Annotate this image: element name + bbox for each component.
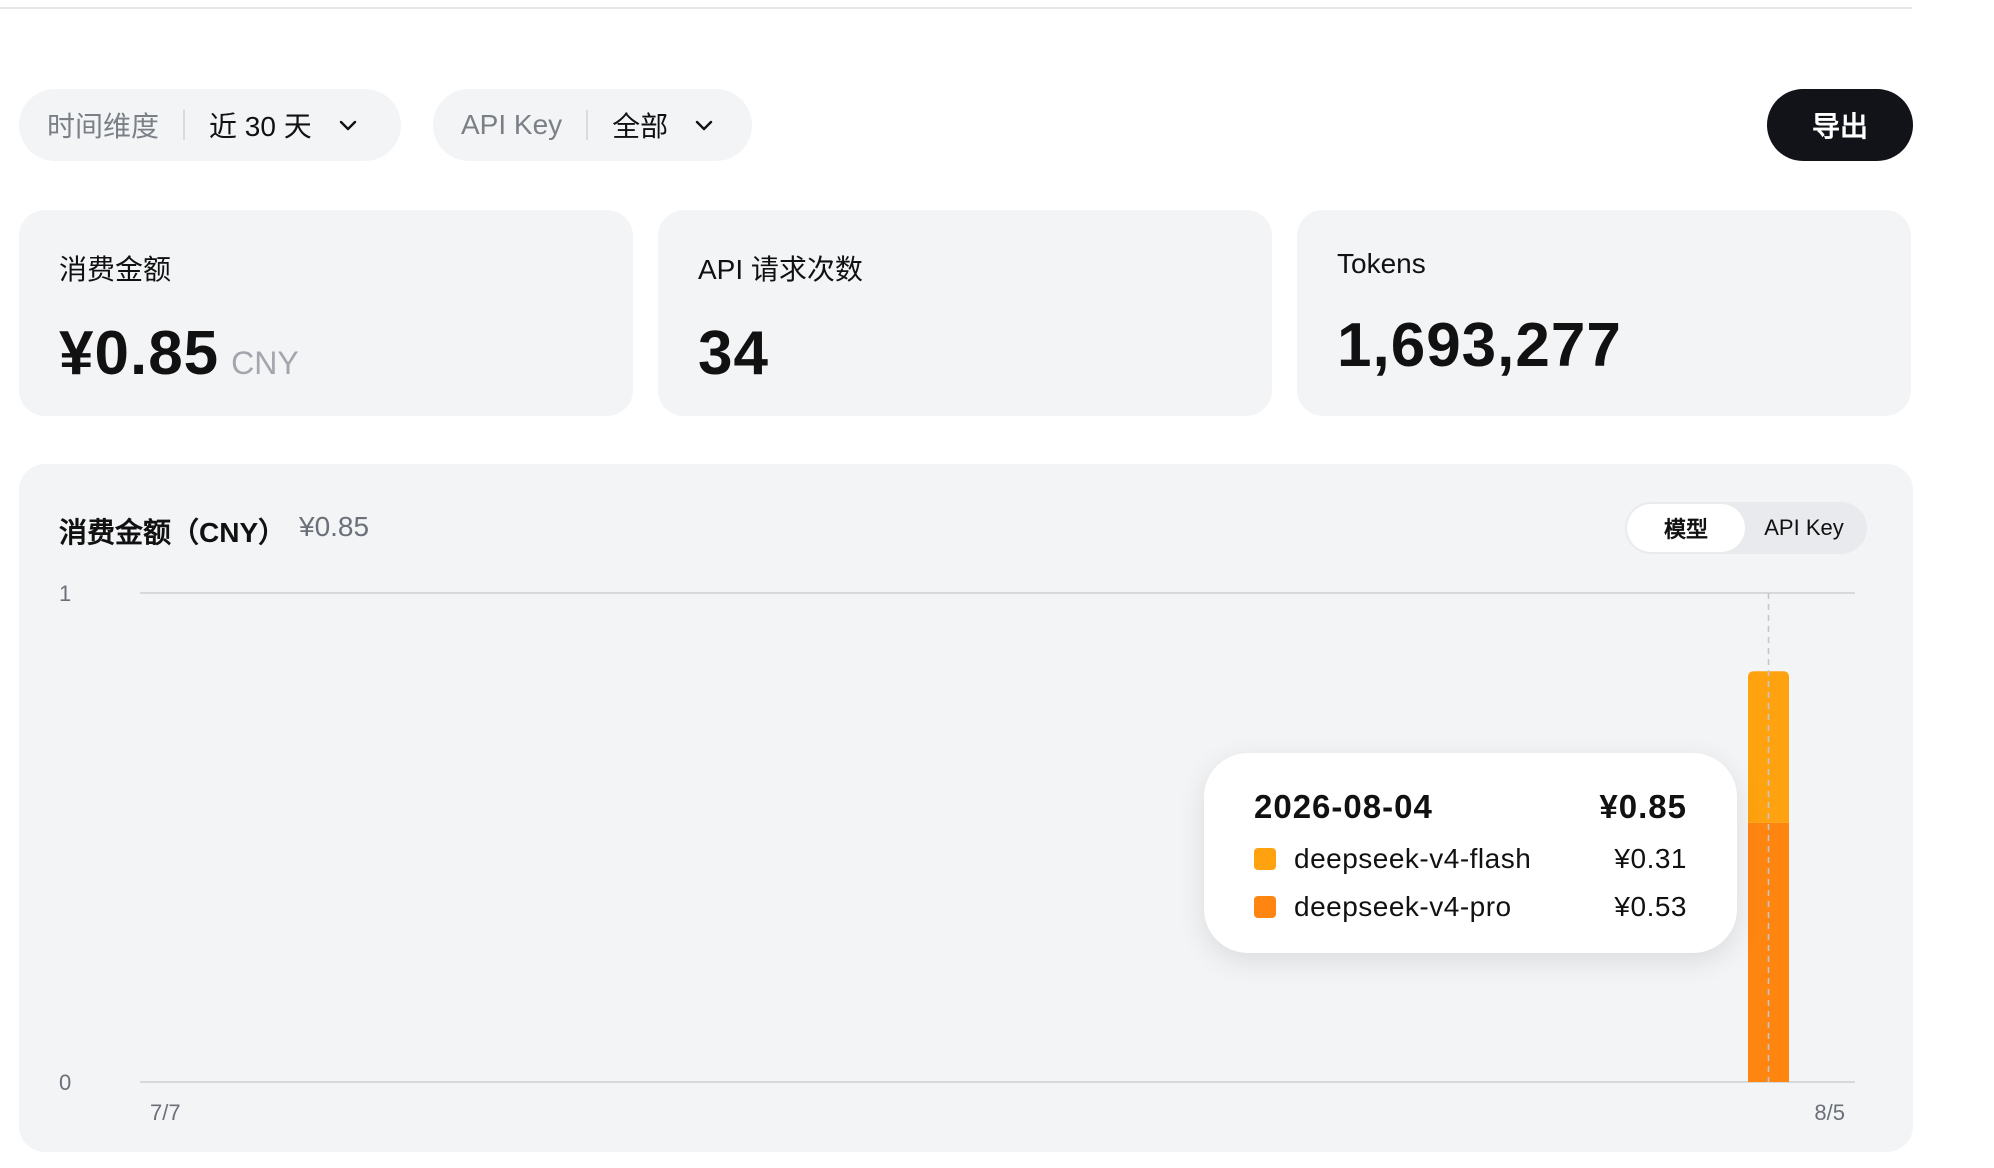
cost-stat-title: 消费金额 (59, 254, 172, 285)
cost-chart-panel: 消费金额（CNY） ¥0.85 模型 API Key 1 0 7/7 8/5 2026… (19, 464, 1913, 1152)
x-tick-label: 7/7 (150, 1100, 181, 1125)
tooltip-series-name: deepseek-v4-pro (1294, 891, 1512, 922)
chart-tooltip: 2026-08-04 ¥0.85 deepseek-v4-flash ¥0.31… (1204, 753, 1737, 953)
pill-separator (183, 110, 186, 140)
cost-stat-value-row: ¥0.85 CNY (59, 318, 593, 389)
tooltip-row: deepseek-v4-flash ¥0.31 (1254, 835, 1687, 883)
requests-stat-title: API 请求次数 (698, 254, 863, 285)
chevron-down-icon (695, 120, 713, 131)
legend-swatch (1254, 896, 1276, 918)
api-key-label: API Key (461, 109, 563, 140)
api-key-value: 全部 (612, 111, 669, 142)
time-range-filter[interactable]: 时间维度 近 30 天 (19, 89, 401, 161)
tokens-stat-value: 1,693,277 (1337, 311, 1622, 380)
requests-stat-value: 34 (698, 319, 769, 388)
tooltip-series-name: deepseek-v4-flash (1294, 843, 1532, 874)
top-divider (0, 7, 1912, 9)
x-tick-label: 8/5 (1814, 1100, 1845, 1125)
export-button[interactable]: 导出 (1767, 89, 1913, 161)
cost-stat-unit: CNY (231, 345, 299, 381)
api-key-filter[interactable]: API Key 全部 (433, 89, 752, 161)
chevron-down-icon (339, 120, 356, 131)
legend-swatch (1254, 848, 1276, 870)
y-tick-label: 1 (59, 581, 71, 606)
cost-stat-value: ¥0.85 (59, 319, 220, 388)
pill-separator (586, 110, 589, 140)
tooltip-series-value: ¥0.31 (1614, 843, 1687, 874)
requests-stat-card: API 请求次数 34 (658, 210, 1272, 416)
cost-stat-card: 消费金额 ¥0.85 CNY (19, 210, 633, 416)
tooltip-total: ¥0.85 (1599, 788, 1687, 825)
tooltip-date: 2026-08-04 (1254, 788, 1433, 825)
time-range-label: 时间维度 (47, 111, 160, 142)
tooltip-series-value: ¥0.53 (1614, 891, 1687, 922)
tokens-stat-title: Tokens (1337, 248, 1426, 279)
tooltip-header: 2026-08-04 ¥0.85 (1254, 779, 1687, 835)
y-tick-label: 0 (59, 1070, 71, 1095)
tokens-stat-card: Tokens 1,693,277 (1297, 210, 1911, 416)
time-range-value: 近 30 天 (209, 111, 312, 142)
tooltip-row: deepseek-v4-pro ¥0.53 (1254, 883, 1687, 931)
